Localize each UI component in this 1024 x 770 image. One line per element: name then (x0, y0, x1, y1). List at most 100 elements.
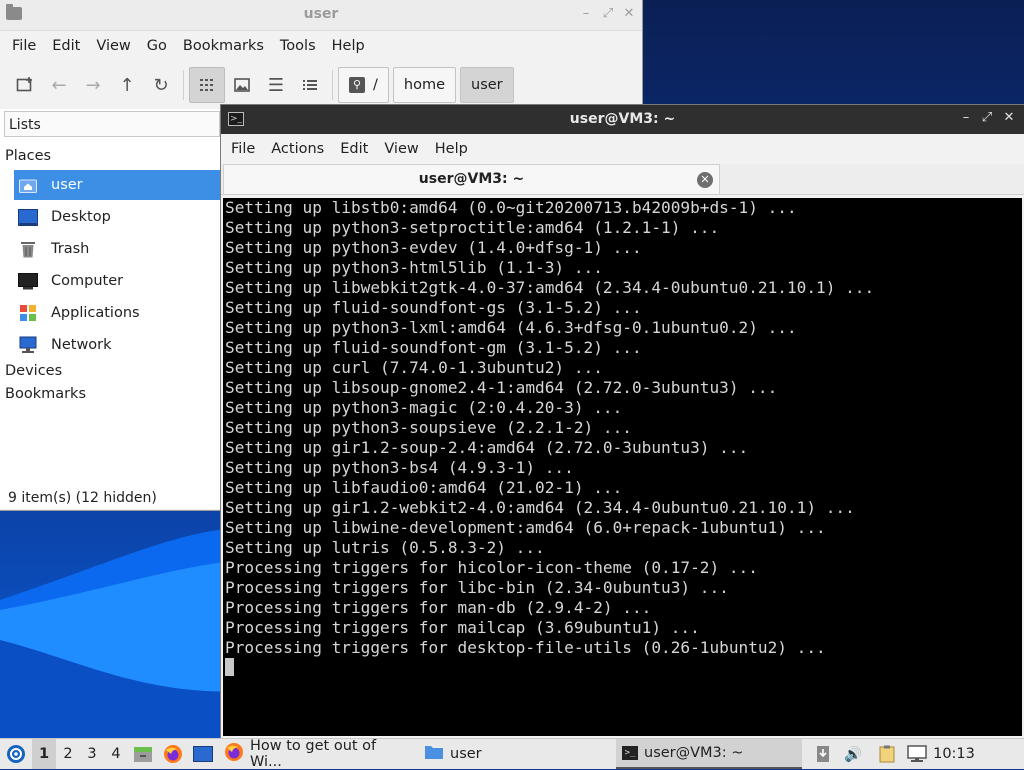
network-icon (18, 336, 38, 354)
section-places[interactable]: Places (5, 148, 51, 164)
status-bar-text: 9 item(s) (12 hidden) (8, 490, 157, 506)
terminal-title: user@VM3: ~ (569, 111, 676, 127)
menu-tools[interactable]: Tools (272, 38, 324, 54)
terminal-line: Processing triggers for desktop-file-uti… (225, 638, 826, 657)
up-button[interactable]: ↑ (110, 68, 144, 102)
task-firefox[interactable]: How to get out of Wi... (218, 738, 418, 770)
menu-go[interactable]: Go (139, 38, 175, 54)
workspace-1[interactable]: 1 (32, 739, 56, 769)
close-tab-icon[interactable]: ✕ (697, 172, 713, 188)
minimize-icon[interactable]: – (958, 110, 974, 126)
thumbnail-view-button[interactable] (225, 68, 259, 102)
place-trash[interactable]: Trash (14, 234, 222, 264)
path-crumb-home[interactable]: home (392, 67, 456, 103)
menu-bookmarks[interactable]: Bookmarks (175, 38, 272, 54)
folder-icon (424, 744, 444, 764)
close-icon[interactable]: ✕ (621, 6, 637, 22)
workspace-4[interactable]: 4 (104, 739, 128, 769)
menu-help[interactable]: Help (324, 38, 373, 54)
show-desktop-button[interactable] (188, 739, 218, 769)
volume-button[interactable]: 🔊 (838, 739, 868, 769)
close-icon[interactable]: ✕ (1001, 110, 1017, 126)
menu-edit[interactable]: Edit (44, 38, 88, 54)
place-applications[interactable]: Applications (14, 298, 222, 328)
place-network[interactable]: Network (14, 330, 222, 360)
terminal-line: Processing triggers for mailcap (3.69ubu… (225, 618, 700, 637)
task-terminal[interactable]: >_ user@VM3: ~ (616, 739, 802, 769)
menu-file[interactable]: File (223, 141, 263, 157)
maximize-icon[interactable]: ⤢ (600, 6, 616, 22)
place-user[interactable]: user (14, 170, 222, 200)
terminal-line: Setting up gir1.2-soup-2.4:amd64 (2.72.0… (225, 438, 749, 457)
menu-file[interactable]: File (4, 38, 44, 54)
lubuntu-logo-icon (7, 745, 25, 763)
path-crumb-root[interactable]: ⚲ / (338, 67, 389, 103)
terminal-line: Setting up python3-evdev (1.4.0+dfsg-1) … (225, 238, 642, 257)
minimize-icon[interactable]: – (578, 6, 594, 22)
file-manager-menubar: File Edit View Go Bookmarks Tools Help (0, 31, 642, 61)
taskbar: 1 2 3 4 How to get out of Wi... user >_ … (0, 738, 1024, 770)
desktop-icon (18, 208, 38, 226)
grid-icon (200, 79, 213, 91)
workspace-3[interactable]: 3 (80, 739, 104, 769)
file-manager-launcher[interactable] (128, 739, 158, 769)
place-computer[interactable]: Computer (14, 266, 222, 296)
new-window-button[interactable] (8, 68, 42, 102)
terminal-window: >_ user@VM3: ~ – ⤢ ✕ File Actions Edit V… (221, 105, 1024, 738)
icon-view-button[interactable] (189, 67, 225, 103)
path-crumb-user[interactable]: user (460, 67, 514, 103)
menu-actions[interactable]: Actions (263, 141, 332, 157)
terminal-line: Setting up python3-lxml:amd64 (4.6.3+dfs… (225, 318, 797, 337)
toolbar-separator (332, 70, 333, 100)
main-menu-button[interactable] (0, 739, 32, 769)
firefox-launcher[interactable] (158, 739, 188, 769)
clipboard-button[interactable] (872, 739, 902, 769)
terminal-line: Setting up python3-magic (2:0.4.20-3) ..… (225, 398, 623, 417)
terminal-line: Setting up gir1.2-webkit2-4.0:amd64 (2.3… (225, 498, 855, 517)
terminal-line: Setting up fluid-soundfont-gs (3.1-5.2) … (225, 298, 642, 317)
clipboard-icon (879, 745, 895, 763)
terminal-tab[interactable]: user@VM3: ~ ✕ (223, 164, 720, 194)
desktop-icon (193, 746, 213, 762)
network-status-button[interactable] (902, 739, 932, 769)
place-desktop[interactable]: Desktop (14, 202, 222, 232)
section-devices[interactable]: Devices (5, 363, 62, 379)
terminal-line: Setting up curl (7.74.0-1.3ubuntu2) ... (225, 358, 603, 377)
menu-view[interactable]: View (376, 141, 426, 157)
terminal-line: Setting up python3-setproctitle:amd64 (1… (225, 218, 720, 237)
workspace-2[interactable]: 2 (56, 739, 80, 769)
firefox-icon (224, 742, 244, 766)
task-file-manager[interactable]: user (418, 739, 616, 769)
search-icon: ⚲ (349, 77, 365, 93)
maximize-icon[interactable]: ⤢ (979, 110, 995, 126)
terminal-line: Processing triggers for hicolor-icon-the… (225, 558, 758, 577)
menu-help[interactable]: Help (427, 141, 476, 157)
terminal-menubar: File Actions Edit View Help (221, 134, 1024, 164)
terminal-output[interactable]: Setting up libstb0:amd64 (0.0~git2020071… (223, 198, 1022, 736)
terminal-line: Processing triggers for man-db (2.9.4-2)… (225, 598, 652, 617)
menu-view[interactable]: View (88, 38, 138, 54)
back-button[interactable]: ← (42, 68, 76, 102)
detailed-view-button[interactable] (293, 68, 327, 102)
forward-button[interactable]: → (76, 68, 110, 102)
section-bookmarks[interactable]: Bookmarks (5, 386, 86, 402)
terminal-line: Setting up python3-html5lib (1.1-3) ... (225, 258, 603, 277)
compact-view-button[interactable]: ☰ (259, 68, 293, 102)
file-manager-titlebar[interactable]: user – ⤢ ✕ (0, 0, 642, 31)
arrow-right-icon: → (85, 74, 101, 96)
reload-button[interactable]: ↻ (144, 68, 178, 102)
terminal-line: Processing triggers for libc-bin (2.34-0… (225, 578, 729, 597)
network-wired-icon (907, 745, 927, 762)
update-notifier-button[interactable] (808, 739, 838, 769)
terminal-line: Setting up libwebkit2gtk-4.0-37:amd64 (2… (225, 278, 875, 297)
terminal-line: Setting up libfaudio0:amd64 (21.02-1) ..… (225, 478, 623, 497)
side-pane-mode-select[interactable]: Lists (4, 111, 220, 137)
menu-edit[interactable]: Edit (332, 141, 376, 157)
new-window-icon (16, 77, 32, 92)
terminal-titlebar[interactable]: >_ user@VM3: ~ – ⤢ ✕ (221, 105, 1024, 134)
clock[interactable]: 10:13 (932, 739, 976, 769)
terminal-line: Setting up python3-soupsieve (2.2.1-2) .… (225, 418, 632, 437)
computer-icon (18, 272, 38, 290)
applications-icon (18, 304, 38, 322)
terminal-text: Setting up libstb0:amd64 (0.0~git2020071… (223, 198, 1022, 658)
